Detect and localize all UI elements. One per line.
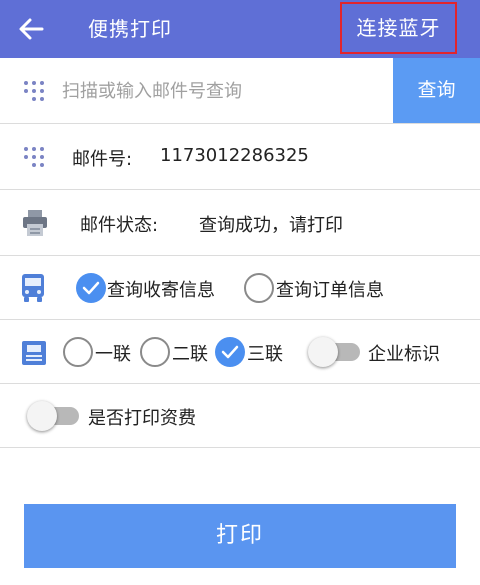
radio-query-order[interactable]	[244, 273, 274, 303]
check-icon	[82, 281, 100, 295]
app-bar: 便携打印 连接蓝牙	[0, 0, 480, 58]
mail-number-label: 邮件号:	[72, 149, 133, 170]
query-button[interactable]: 查询	[393, 58, 480, 123]
mail-number-row: 邮件号: 1173012286325	[0, 124, 480, 190]
copies-two-label[interactable]: 二联	[172, 340, 208, 366]
truck-icon	[20, 273, 46, 303]
radio-copies-one[interactable]	[63, 337, 93, 367]
copies-one-label[interactable]: 一联	[95, 340, 131, 366]
mail-status-row: 邮件状态: 查询成功，请打印	[0, 190, 480, 256]
enterprise-mark-toggle[interactable]	[308, 337, 360, 367]
radio-copies-three-checked[interactable]	[215, 337, 245, 367]
dots-icon	[24, 147, 44, 167]
query-type-row: 查询收寄信息 查询订单信息	[0, 256, 480, 320]
copies-row: 一联 二联 三联 企业标识	[0, 320, 480, 384]
mail-status-value: 查询成功，请打印	[199, 215, 343, 236]
search-row: 查询	[0, 58, 480, 124]
mail-status-label: 邮件状态:	[80, 215, 159, 236]
back-arrow-icon[interactable]	[14, 12, 48, 46]
page-title: 便携打印	[88, 17, 172, 41]
printer-icon	[22, 209, 48, 237]
check-icon	[221, 345, 239, 359]
query-shipping-label[interactable]: 查询收寄信息	[107, 276, 215, 302]
dots-icon	[24, 81, 44, 101]
print-fee-toggle[interactable]	[27, 401, 79, 431]
radio-copies-two[interactable]	[140, 337, 170, 367]
mail-number-value: 1173012286325	[160, 145, 309, 166]
connect-bluetooth-button[interactable]: 连接蓝牙	[340, 2, 457, 54]
enterprise-mark-label: 企业标识	[368, 344, 440, 365]
copies-three-label[interactable]: 三联	[247, 340, 283, 366]
print-fee-row: 是否打印资费	[0, 384, 480, 448]
query-order-label[interactable]: 查询订单信息	[276, 276, 384, 302]
mail-number-input[interactable]	[62, 77, 382, 105]
radio-query-shipping-checked[interactable]	[76, 273, 106, 303]
form-icon	[22, 341, 46, 365]
print-button[interactable]: 打印	[24, 504, 456, 568]
print-fee-label: 是否打印资费	[88, 408, 196, 429]
